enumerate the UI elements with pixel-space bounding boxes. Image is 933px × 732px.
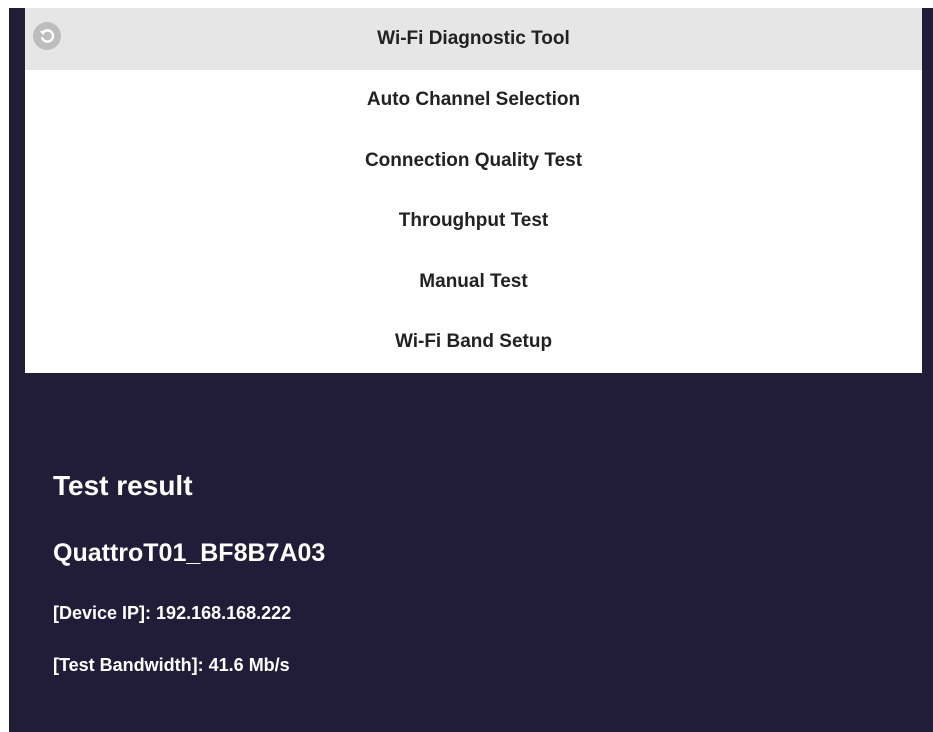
- menu-item-manual-test[interactable]: Manual Test: [25, 252, 922, 313]
- menu-item-throughput-test[interactable]: Throughput Test: [25, 191, 922, 252]
- menu-header: Wi-Fi Diagnostic Tool: [25, 8, 922, 70]
- bandwidth-label: [Test Bandwidth]: [53, 655, 198, 675]
- back-icon: [38, 27, 56, 45]
- result-heading: Test result: [53, 470, 193, 501]
- back-button[interactable]: [33, 22, 61, 50]
- menu-item-wifi-band-setup[interactable]: Wi-Fi Band Setup: [25, 312, 922, 373]
- device-name: QuattroT01_BF8B7A03: [53, 539, 326, 567]
- menu-title: Wi-Fi Diagnostic Tool: [377, 28, 570, 49]
- device-ip-line: [Device IP]: 192.168.168.222: [53, 603, 292, 623]
- device-ip-value: 192.168.168.222: [156, 603, 292, 623]
- bandwidth-line: [Test Bandwidth]: 41.6 Mb/s: [53, 655, 290, 675]
- menu-list: Auto Channel Selection Connection Qualit…: [25, 70, 922, 373]
- device-ip-label: [Device IP]: [53, 603, 146, 623]
- menu-item-auto-channel-selection[interactable]: Auto Channel Selection: [25, 70, 922, 131]
- diagnostic-menu: Wi-Fi Diagnostic Tool Auto Channel Selec…: [25, 8, 922, 373]
- menu-item-connection-quality-test[interactable]: Connection Quality Test: [25, 131, 922, 192]
- app-frame: Wi-Fi Diagnostic Tool Auto Channel Selec…: [9, 8, 933, 732]
- bandwidth-value: 41.6 Mb/s: [208, 655, 290, 675]
